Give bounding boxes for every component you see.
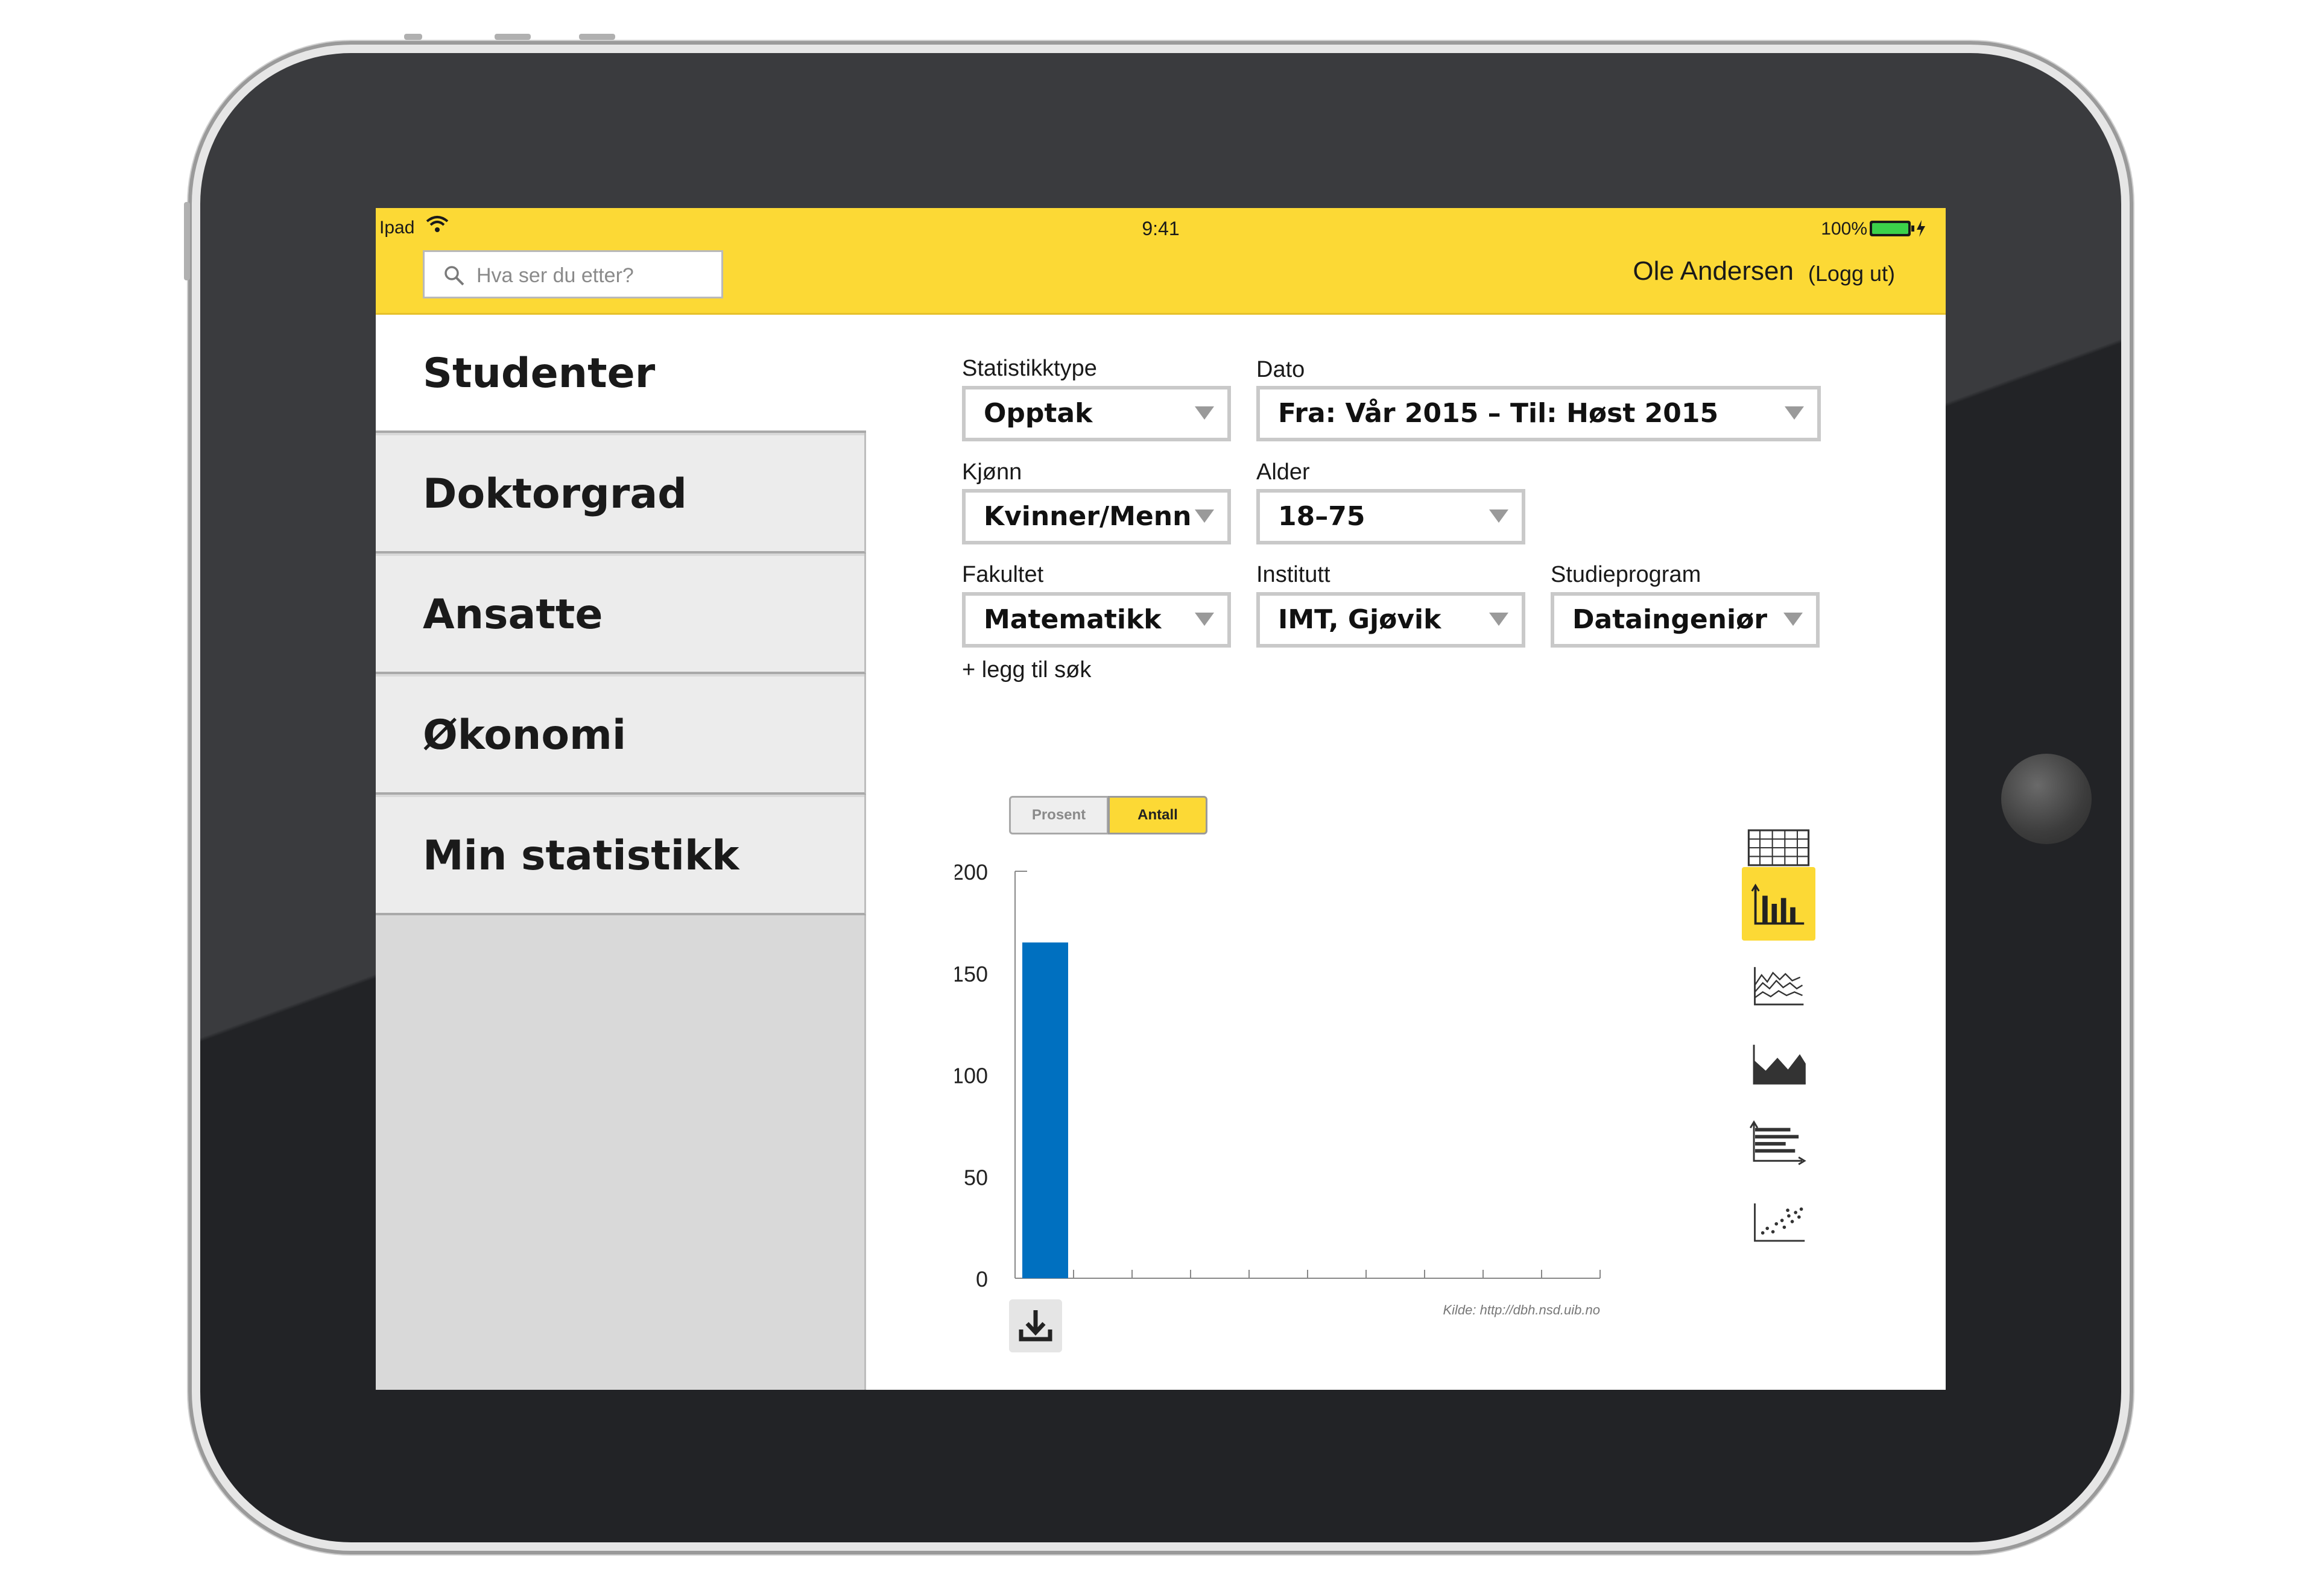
sidebar-item-label: Doktorgrad (423, 470, 687, 518)
label-studieprogram: Studieprogram (1551, 562, 1701, 587)
user-name: Ole Andersen (1633, 256, 1794, 286)
select-value: 18–75 (1278, 501, 1365, 532)
sidebar-item-studenter[interactable]: Studenter (376, 315, 866, 433)
select-institutt[interactable]: IMT, Gjøvik (1256, 592, 1525, 648)
search-input[interactable] (475, 258, 707, 293)
sidebar-item-label: Økonomi (423, 711, 627, 759)
horizontal-bar-chart-icon (1749, 1120, 1806, 1165)
bar-chart: 0501001502002015Kilde: http://dbh.nsd.ui… (955, 860, 1601, 1317)
logout-link[interactable]: (Logg ut) (1808, 261, 1895, 286)
toggle-prosent[interactable]: Prosent (1009, 796, 1109, 834)
select-value: Kvinner/Menn (984, 501, 1192, 532)
app-screen: Ipad 9:41 100% Ole Andersen (Logg ut) St… (376, 208, 1946, 1390)
select-value: Matematikk (984, 604, 1162, 635)
select-fakultet[interactable]: Matematikk (962, 592, 1231, 648)
download-button[interactable] (1009, 1299, 1062, 1352)
scatter-chart-icon (1754, 1203, 1805, 1242)
chevron-down-icon (1785, 406, 1804, 420)
chart-type-line[interactable] (1742, 948, 1815, 1022)
select-statistikktype[interactable]: Opptak (962, 386, 1231, 441)
label-statistikktype: Statistikktype (962, 356, 1097, 381)
line-chart-icon (1754, 967, 1804, 1006)
battery-icon (1870, 220, 1925, 237)
chart-type-scatter[interactable] (1742, 1185, 1815, 1258)
select-value: IMT, Gjøvik (1278, 604, 1441, 635)
select-studieprogram[interactable]: Dataingeniør (1551, 592, 1820, 648)
select-value: Fra: Vår 2015 – Til: Høst 2015 (1278, 398, 1719, 429)
label-kjonn: Kjønn (962, 459, 1022, 485)
sidebar-item-okonomi[interactable]: Økonomi (376, 677, 866, 795)
chevron-down-icon (1783, 613, 1803, 626)
bar (1022, 942, 1068, 1278)
sidebar-item-label: Ansatte (423, 591, 603, 639)
battery-percent: 100% (1821, 219, 1867, 239)
add-search-link[interactable]: + legg til søk (962, 657, 1091, 683)
label-institutt: Institutt (1256, 562, 1330, 587)
top-button (404, 34, 422, 40)
select-value: Dataingeniør (1572, 604, 1768, 635)
area-chart-icon (1753, 1044, 1806, 1085)
label-dato: Dato (1256, 357, 1305, 382)
chart-source: Kilde: http://dbh.nsd.uib.no (1443, 1302, 1600, 1317)
top-button (579, 34, 615, 40)
y-tick-label: 200 (955, 860, 988, 885)
volume-button (184, 202, 190, 280)
home-button[interactable] (2001, 754, 2092, 844)
label-fakultet: Fakultet (962, 562, 1044, 587)
search-icon (445, 266, 464, 286)
sidebar-item-ansatte[interactable]: Ansatte (376, 556, 866, 674)
toggle-antall[interactable]: Antall (1108, 796, 1207, 834)
sidebar-item-label: Min statistikk (423, 832, 739, 880)
select-dato[interactable]: Fra: Vår 2015 – Til: Høst 2015 (1256, 386, 1821, 441)
sidebar-item-label: Studenter (423, 350, 656, 397)
select-alder[interactable]: 18–75 (1256, 489, 1525, 544)
sidebar: Studenter Doktorgrad Ansatte Økonomi Min… (376, 315, 866, 1390)
sidebar-item-doktorgrad[interactable]: Doktorgrad (376, 435, 866, 554)
chevron-down-icon (1195, 406, 1214, 420)
chart-type-bar[interactable] (1742, 867, 1815, 941)
chart-type-area[interactable] (1742, 1027, 1815, 1100)
y-tick-label: 100 (955, 1064, 988, 1088)
search-field[interactable] (423, 250, 723, 298)
download-icon (1019, 1310, 1052, 1342)
y-tick-label: 0 (976, 1267, 988, 1292)
bar-chart-icon (1751, 883, 1805, 925)
chart-type-horizontal-bar[interactable] (1742, 1106, 1815, 1180)
status-time: 9:41 (1142, 218, 1180, 239)
sidebar-item-min-statistikk[interactable]: Min statistikk (376, 797, 866, 915)
select-kjonn[interactable]: Kvinner/Menn (962, 489, 1231, 544)
chevron-down-icon (1195, 613, 1214, 626)
select-value: Opptak (984, 398, 1093, 429)
table-icon (1747, 829, 1810, 866)
chevron-down-icon (1489, 613, 1508, 626)
chevron-down-icon (1195, 509, 1214, 523)
top-button (495, 34, 531, 40)
top-bar: Ipad 9:41 100% Ole Andersen (Logg ut) (376, 208, 1946, 315)
label-alder: Alder (1256, 459, 1310, 485)
chevron-down-icon (1489, 509, 1508, 523)
y-tick-label: 150 (955, 962, 988, 986)
y-tick-label: 50 (964, 1165, 988, 1190)
